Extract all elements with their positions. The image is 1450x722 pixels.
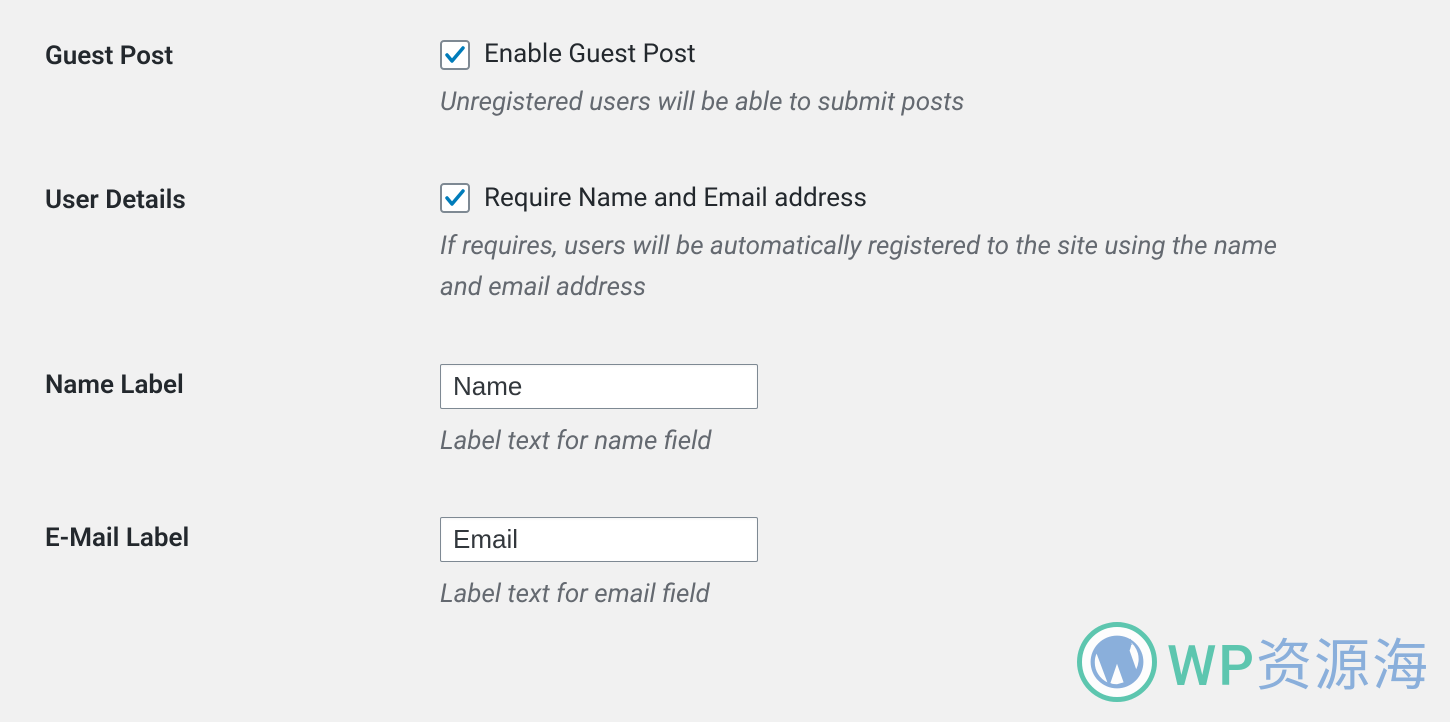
- email-label-description: Label text for email field: [440, 574, 1320, 616]
- watermark: WP资源海: [1077, 621, 1430, 702]
- name-label-description: Label text for name field: [440, 421, 1320, 463]
- user-details-checkbox[interactable]: [440, 183, 470, 213]
- row-guest-post: Guest Post Enable Guest Post Unregistere…: [0, 0, 1450, 144]
- row-label-email-label: E-Mail Label: [45, 523, 189, 553]
- watermark-text: WP资源海: [1167, 621, 1430, 702]
- guest-post-checkbox-label[interactable]: Enable Guest Post: [484, 35, 696, 74]
- guest-post-checkbox-row: Enable Guest Post: [440, 35, 1400, 74]
- settings-form-table: Guest Post Enable Guest Post Unregistere…: [0, 0, 1450, 636]
- row-user-details: User Details Require Name and Email addr…: [0, 144, 1450, 329]
- row-label-user-details: User Details: [45, 185, 186, 215]
- user-details-description: If requires, users will be automatically…: [440, 226, 1320, 309]
- name-label-input[interactable]: [440, 364, 758, 409]
- row-name-label: Name Label Label text for name field: [0, 329, 1450, 483]
- check-icon: [443, 186, 467, 210]
- watermark-text-right: 资源海: [1256, 633, 1430, 699]
- check-icon: [443, 43, 467, 67]
- email-label-input[interactable]: [440, 517, 758, 562]
- guest-post-description: Unregistered users will be able to submi…: [440, 82, 1320, 124]
- wordpress-logo-icon: [1077, 622, 1157, 702]
- user-details-checkbox-label[interactable]: Require Name and Email address: [484, 179, 867, 218]
- user-details-checkbox-row: Require Name and Email address: [440, 179, 1400, 218]
- watermark-text-left: WP: [1167, 633, 1256, 699]
- row-email-label: E-Mail Label Label text for email field: [0, 482, 1450, 636]
- row-label-guest-post: Guest Post: [45, 41, 173, 71]
- row-label-name-label: Name Label: [45, 370, 184, 400]
- guest-post-checkbox[interactable]: [440, 40, 470, 70]
